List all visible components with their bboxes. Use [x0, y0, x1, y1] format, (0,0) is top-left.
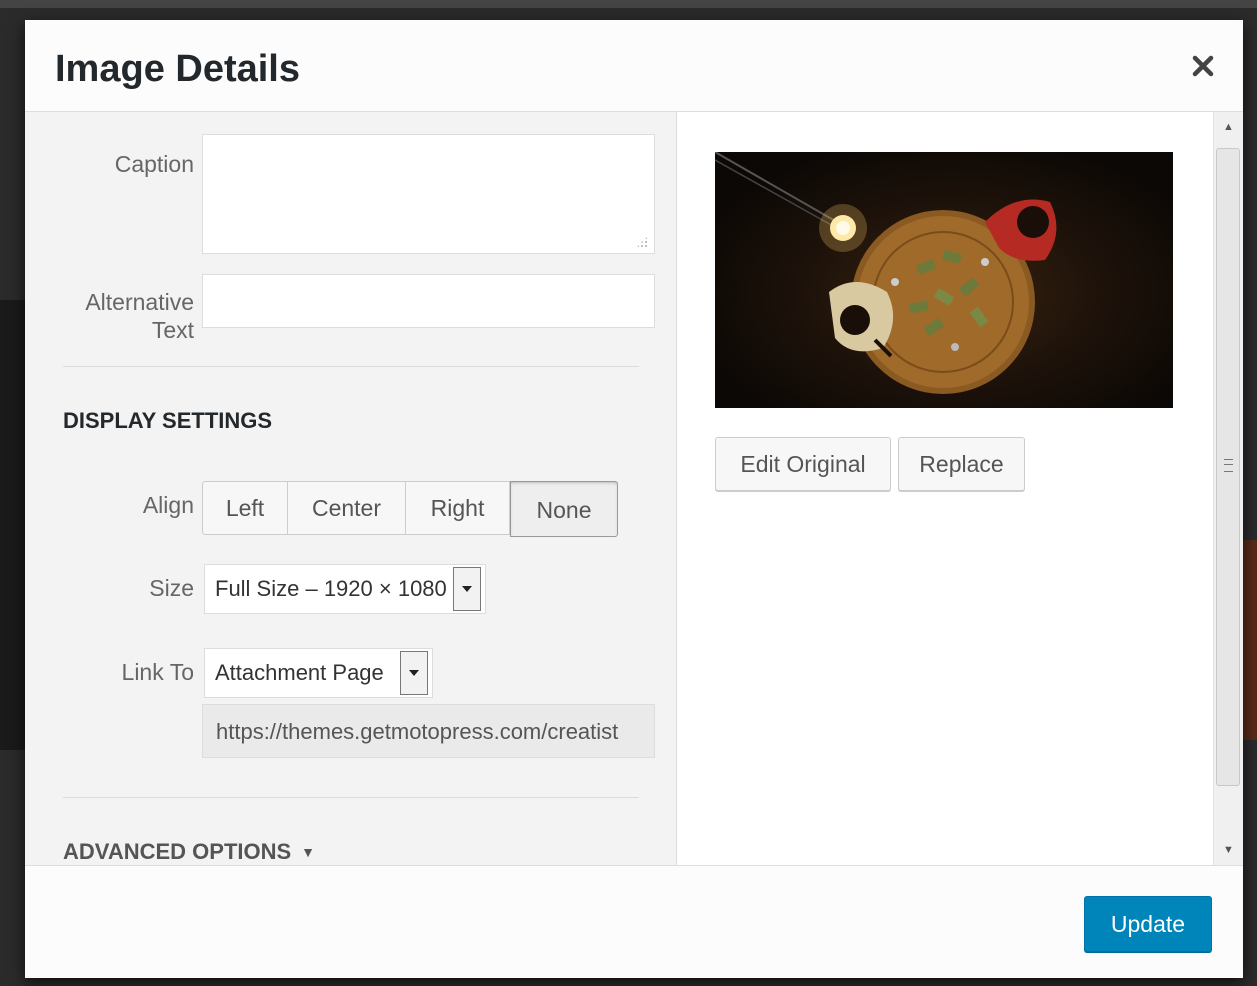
- replace-button[interactable]: Replace: [898, 437, 1025, 491]
- align-label: Align: [142, 492, 194, 518]
- alt-text-label-line: Text: [151, 317, 194, 343]
- align-none-button[interactable]: None: [510, 481, 618, 537]
- scrollbar-thumb[interactable]: [1216, 148, 1240, 786]
- dropdown-arrow[interactable]: [400, 651, 428, 695]
- align-right-button[interactable]: Right: [406, 481, 510, 535]
- close-button[interactable]: [1187, 50, 1219, 82]
- divider: [63, 366, 639, 367]
- image-thumbnail[interactable]: [715, 152, 1173, 408]
- caption-label: Caption: [114, 151, 194, 177]
- image-artwork: [715, 152, 1057, 394]
- scroll-down-icon[interactable]: ▼: [1214, 837, 1243, 863]
- caption-textarea[interactable]: [202, 134, 655, 254]
- link-to-select-value: Attachment Page: [215, 660, 384, 685]
- image-preview-pane: Edit Original Replace: [677, 112, 1213, 865]
- alt-text-input[interactable]: [202, 274, 655, 328]
- update-button[interactable]: Update: [1084, 896, 1212, 952]
- align-button-group: Left Center Right None: [202, 481, 618, 537]
- divider: [63, 797, 639, 798]
- resize-grip-icon[interactable]: [636, 236, 648, 248]
- alt-text-label-line: Alternative: [85, 289, 194, 315]
- edit-original-button[interactable]: Edit Original: [715, 437, 891, 491]
- close-icon: [1192, 55, 1214, 77]
- chevron-down-icon: [409, 670, 419, 676]
- settings-pane: Caption Alternative Text DISPLAY SETTING…: [25, 112, 677, 865]
- triangle-down-icon: ▼: [301, 844, 316, 860]
- size-label: Size: [149, 575, 194, 601]
- link-to-select[interactable]: Attachment Page: [204, 648, 433, 698]
- dropdown-arrow[interactable]: [453, 567, 481, 611]
- advanced-options-toggle[interactable]: ADVANCED OPTIONS ▼: [63, 838, 315, 865]
- link-to-label: Link To: [121, 659, 194, 685]
- size-select-value: Full Size – 1920 × 1080: [215, 576, 447, 601]
- link-url-field[interactable]: https://themes.getmotopress.com/creatist: [202, 704, 655, 758]
- image-details-modal: Image Details Caption Alternative Text D…: [25, 20, 1243, 978]
- display-settings-heading: DISPLAY SETTINGS: [63, 408, 273, 433]
- vertical-scrollbar[interactable]: ▲ ▼: [1213, 112, 1243, 865]
- modal-title: Image Details: [55, 48, 300, 90]
- scroll-up-icon[interactable]: ▲: [1214, 114, 1243, 140]
- backdrop-strip: [0, 300, 25, 750]
- modal-header: Image Details: [25, 20, 1243, 112]
- align-center-button[interactable]: Center: [288, 481, 406, 535]
- alt-text-label: Alternative Text: [54, 288, 194, 344]
- advanced-options-heading: ADVANCED OPTIONS: [63, 839, 292, 864]
- backdrop-strip: [1243, 540, 1257, 740]
- grip-icon: [1224, 459, 1233, 472]
- align-left-button[interactable]: Left: [202, 481, 288, 535]
- modal-footer: Update: [25, 865, 1243, 978]
- backdrop-strip: [0, 0, 1257, 8]
- chevron-down-icon: [462, 586, 472, 592]
- size-select[interactable]: Full Size – 1920 × 1080: [204, 564, 486, 614]
- image-actions: Edit Original Replace: [715, 437, 1025, 491]
